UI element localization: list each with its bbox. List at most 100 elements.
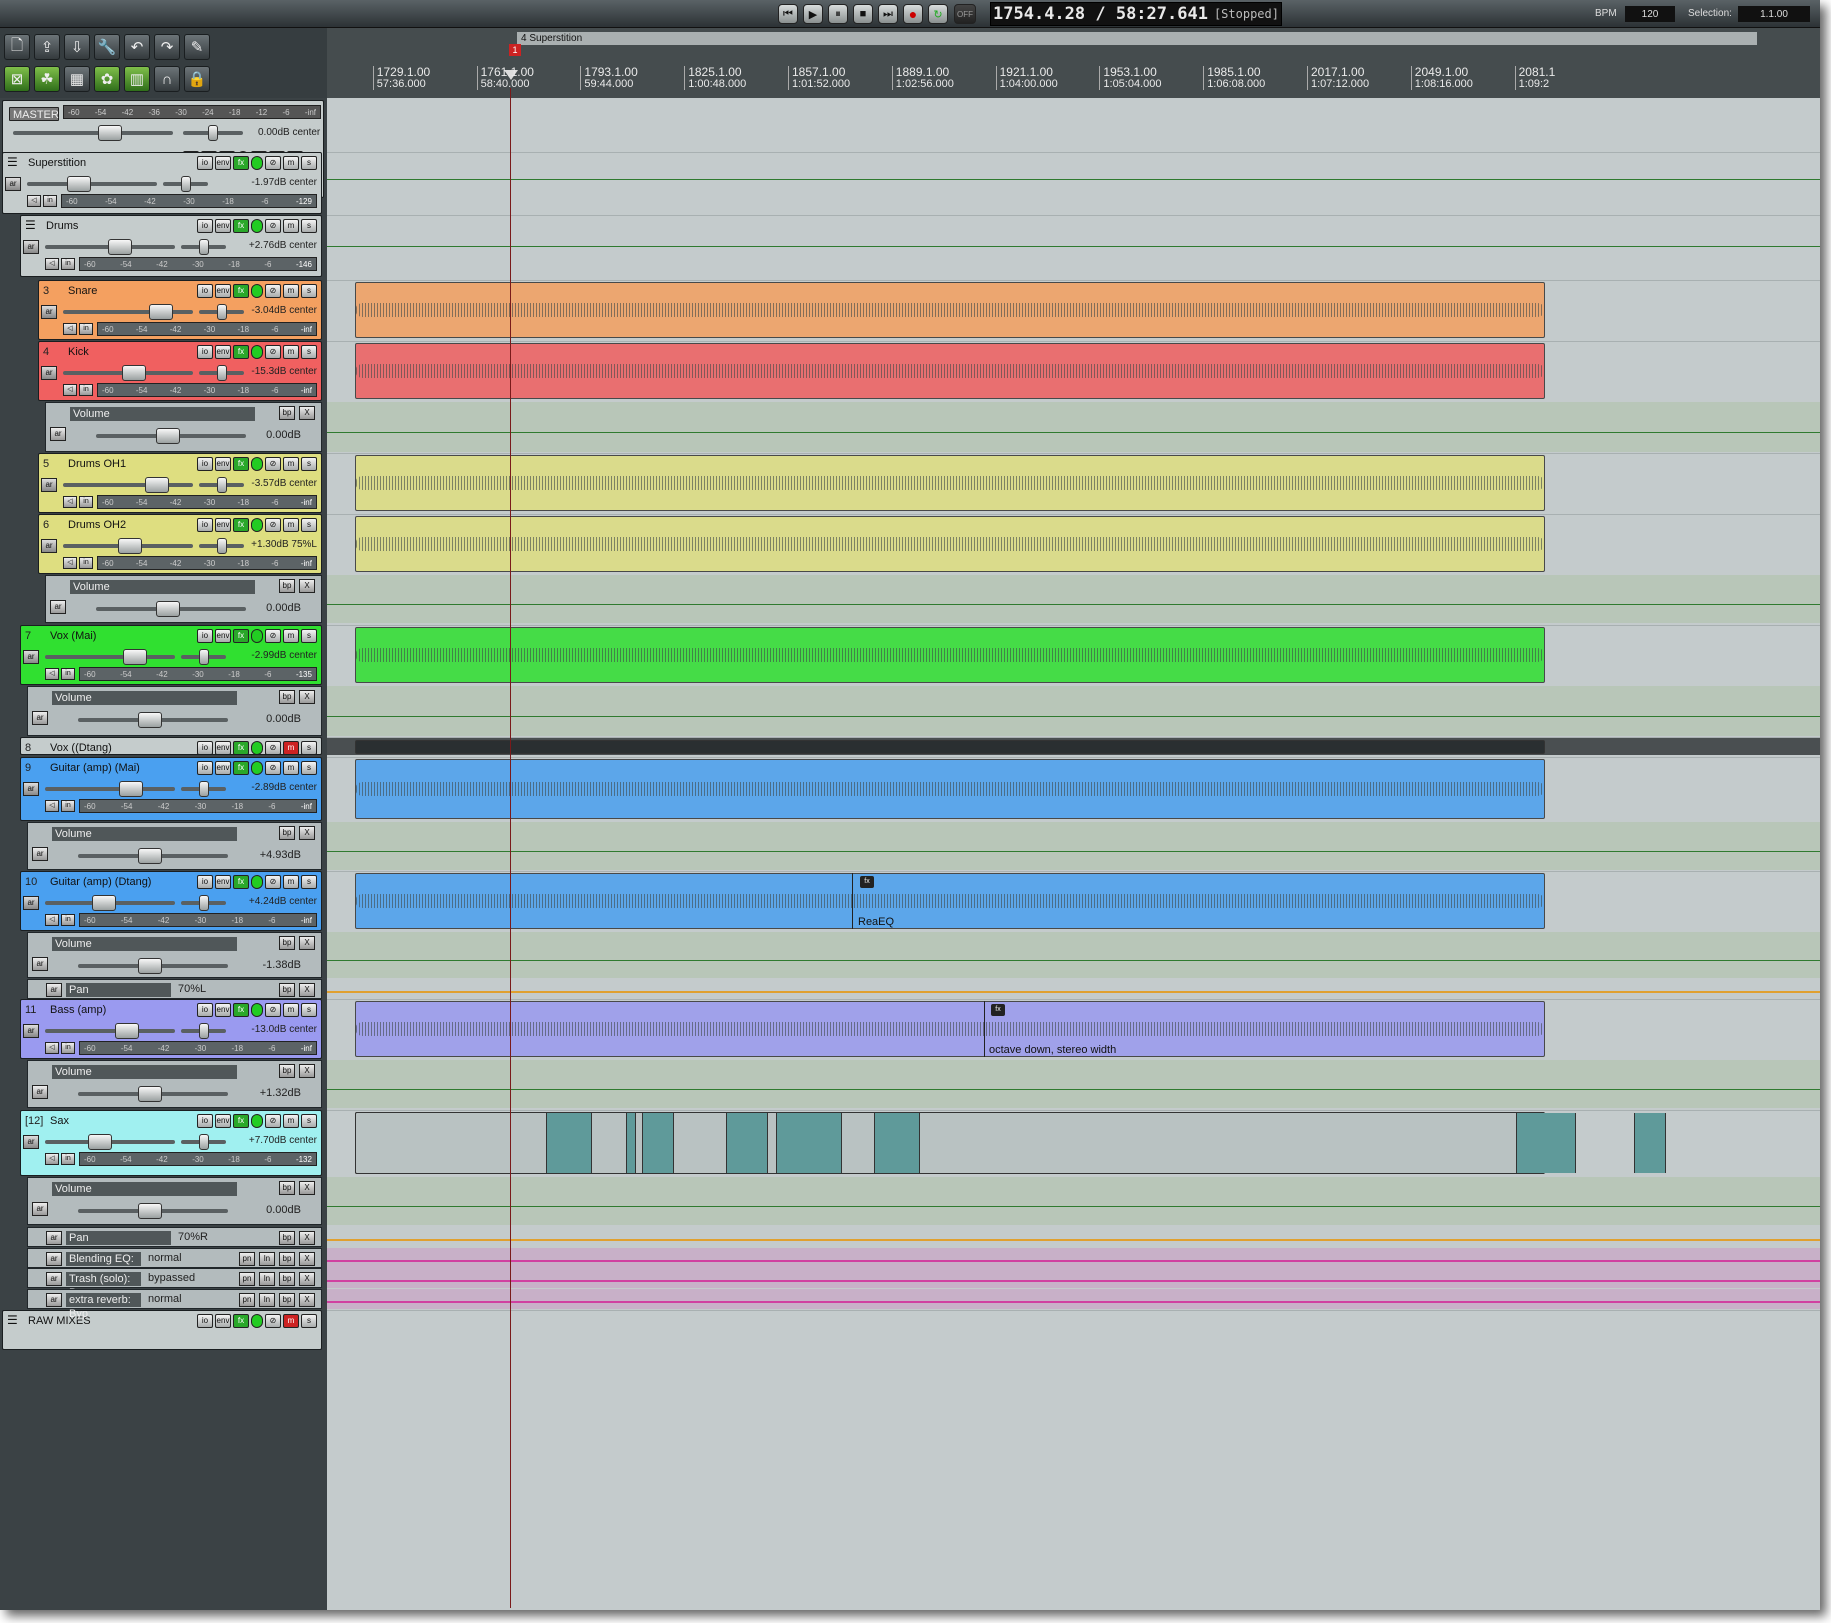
mute-button[interactable]: m	[283, 741, 299, 754]
envelope-lane[interactable]	[327, 1248, 1820, 1268]
pan-knob[interactable]	[199, 895, 209, 911]
envelope-arm-button[interactable]: ar	[46, 1252, 62, 1266]
master-volume-fader[interactable]	[13, 125, 173, 141]
close-icon[interactable]: X	[299, 983, 315, 997]
region-superstition[interactable]: 4 Superstition	[517, 32, 1757, 45]
phase-icon[interactable]: ⊘	[265, 629, 281, 643]
input-monitor-icon[interactable]: ◁	[45, 1042, 59, 1054]
track-name[interactable]: Drums OH1	[65, 457, 157, 471]
fx-enable-icon[interactable]	[251, 284, 263, 298]
track-lane[interactable]	[327, 737, 1820, 755]
track-panel[interactable]: 4 Kick io env fx ⊘ m s ar -15.3dB center ◁ in -60 -54…	[38, 341, 322, 401]
mute-button[interactable]: m	[283, 219, 299, 233]
go-to-start-icon[interactable]: ⏮	[778, 4, 798, 24]
solo-button[interactable]: s	[301, 219, 317, 233]
input-select-icon[interactable]: in	[61, 1042, 75, 1054]
track-lane[interactable]	[327, 280, 1820, 340]
input-select-icon[interactable]: in	[61, 668, 75, 680]
fx-enable-icon[interactable]	[251, 518, 263, 532]
fader-knob[interactable]	[138, 848, 162, 864]
fader-knob[interactable]	[145, 477, 169, 493]
close-icon[interactable]: X	[299, 579, 315, 593]
solo-button[interactable]: s	[301, 1003, 317, 1017]
volume-fader[interactable]	[45, 1134, 175, 1150]
master-pan-fader[interactable]	[183, 125, 243, 141]
envelope-arm-button[interactable]: ar	[46, 1231, 62, 1245]
bypass-button[interactable]: bp	[279, 983, 295, 997]
record-icon[interactable]: ●	[903, 4, 923, 24]
io-button[interactable]: io	[197, 219, 213, 233]
envelope-lane[interactable]	[327, 1289, 1820, 1309]
solo-button[interactable]: s	[301, 457, 317, 471]
input-monitor-icon[interactable]: ◁	[63, 323, 77, 335]
track-name[interactable]: Drums OH2	[65, 518, 157, 532]
envelope-fader[interactable]	[96, 428, 246, 444]
env-button[interactable]: env	[215, 1314, 231, 1328]
metronome-icon[interactable]: ✎	[184, 34, 210, 60]
fx-button[interactable]: fx	[233, 1003, 249, 1017]
envelope-name[interactable]: Blending EQ: Byp	[66, 1252, 141, 1279]
media-item[interactable]	[355, 282, 1545, 338]
envelope-name[interactable]: Volume	[52, 827, 237, 841]
auto-off-button[interactable]: OFF	[954, 4, 976, 24]
ruler-tick[interactable]: 1921.1.00 1:04:00.000	[995, 66, 1058, 90]
track-name[interactable]: Sax	[47, 1114, 139, 1128]
auto-crossfade-icon[interactable]: ▥	[124, 66, 150, 92]
io-button[interactable]: io	[197, 1114, 213, 1128]
media-item[interactable]	[355, 873, 1545, 929]
phase-icon[interactable]: ⊘	[265, 1314, 281, 1328]
volume-fader[interactable]	[63, 538, 193, 554]
fader-knob[interactable]	[123, 649, 147, 665]
pan-knob[interactable]	[199, 781, 209, 797]
envelope-name[interactable]: Volume	[52, 691, 237, 705]
io-button[interactable]: io	[197, 1314, 213, 1328]
mute-button[interactable]: m	[283, 1003, 299, 1017]
io-button[interactable]: io	[197, 345, 213, 359]
env-button[interactable]: env	[215, 284, 231, 298]
fader-knob[interactable]	[115, 1023, 139, 1039]
track-panel[interactable]: 6 Drums OH2 io env fx ⊘ m s ar +1.30dB 75%L ◁ in -60…	[38, 514, 322, 574]
solo-button[interactable]: s	[301, 156, 317, 170]
ripple-edit-icon[interactable]: ☘	[34, 66, 60, 92]
solo-button[interactable]: s	[301, 629, 317, 643]
volume-fader[interactable]	[45, 239, 175, 255]
folder-icon[interactable]: ☰	[7, 1313, 18, 1327]
fx-enable-icon[interactable]	[251, 761, 263, 775]
env-button[interactable]: env	[215, 875, 231, 889]
volume-fader[interactable]	[27, 176, 157, 192]
learn-button[interactable]: ln	[259, 1252, 275, 1266]
track-panel[interactable]: 7 Vox (Mai) io env fx ⊘ m s ar -2.99dB center ◁ in -…	[20, 625, 322, 685]
input-monitor-icon[interactable]: ◁	[27, 195, 41, 207]
record-arm-button[interactable]: ar	[41, 539, 57, 553]
env-button[interactable]: env	[215, 518, 231, 532]
close-icon[interactable]: X	[299, 826, 315, 840]
ruler-tick[interactable]: 2049.1.00 1:08:16.000	[1410, 66, 1473, 90]
pan-knob[interactable]	[217, 304, 227, 320]
pan-knob[interactable]	[217, 365, 227, 381]
phase-icon[interactable]: ⊘	[265, 457, 281, 471]
go-to-end-icon[interactable]: ⏭	[878, 4, 898, 24]
fx-enable-icon[interactable]	[251, 741, 263, 754]
io-button[interactable]: io	[197, 284, 213, 298]
solo-button[interactable]: s	[301, 741, 317, 754]
pan-fader[interactable]	[181, 781, 226, 797]
mute-button[interactable]: m	[283, 761, 299, 775]
input-monitor-icon[interactable]: ◁	[45, 668, 59, 680]
record-arm-button[interactable]: ar	[5, 177, 21, 191]
solo-button[interactable]: s	[301, 1114, 317, 1128]
phase-icon[interactable]: ⊘	[265, 1003, 281, 1017]
mute-button[interactable]: m	[283, 1314, 299, 1328]
envelope-name[interactable]: Volume	[70, 407, 255, 421]
phase-icon[interactable]: ⊘	[265, 761, 281, 775]
pan-knob[interactable]	[217, 538, 227, 554]
record-arm-button[interactable]: ar	[23, 240, 39, 254]
ruler-tick[interactable]: 1761.1.00 58:40.000	[476, 66, 534, 90]
mute-button[interactable]: m	[283, 875, 299, 889]
envelope-arm-button[interactable]: ar	[50, 600, 66, 614]
input-select-icon[interactable]: in	[61, 914, 75, 926]
track-name[interactable]: Guitar (amp) (Dtang)	[47, 875, 157, 889]
input-select-icon[interactable]: in	[61, 800, 75, 812]
pan-knob[interactable]	[217, 477, 227, 493]
media-item[interactable]	[355, 455, 1545, 511]
envelope-lane[interactable]	[327, 402, 1820, 452]
